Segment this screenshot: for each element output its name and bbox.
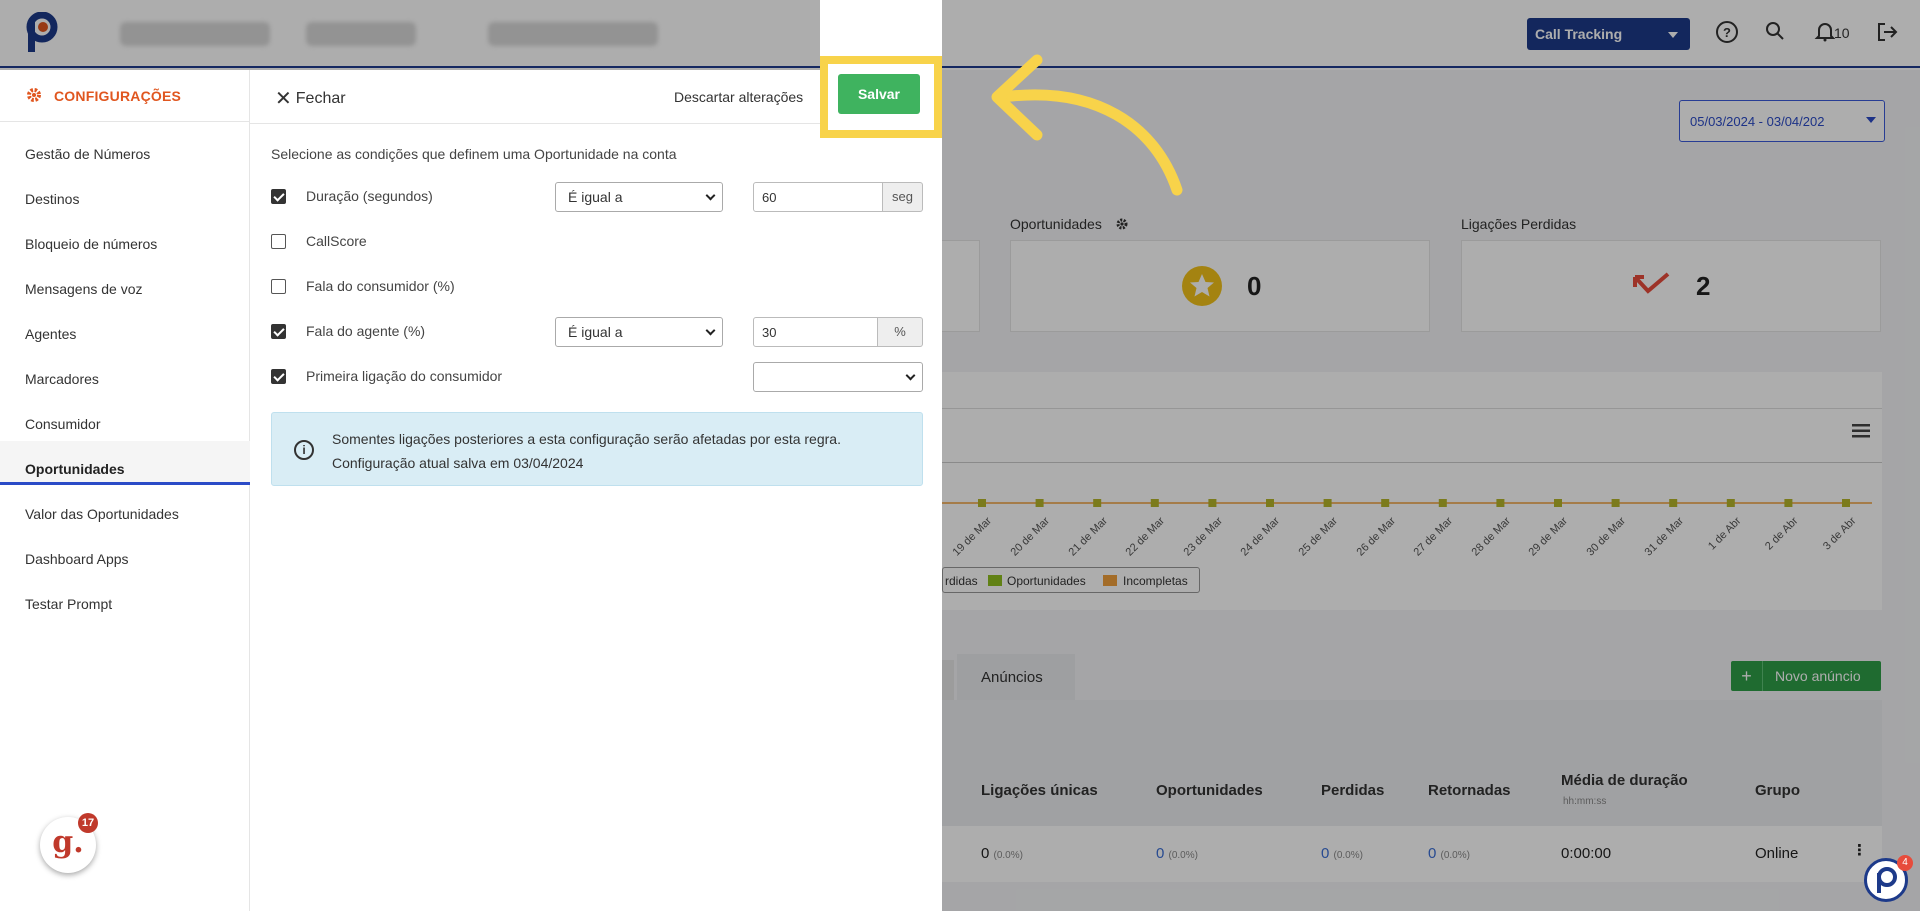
agent-talk-unit-label: % <box>894 324 906 339</box>
save-button[interactable]: Salvar <box>838 74 920 114</box>
first-call-checkbox[interactable] <box>271 369 286 384</box>
duration-value-input[interactable]: 60 <box>753 182 883 212</box>
agent-talk-value-input[interactable]: 30 <box>753 317 878 347</box>
sidebar-title: CONFIGURAÇÕES <box>54 88 182 104</box>
consumer-talk-checkbox[interactable] <box>271 279 286 294</box>
callscore-label: CallScore <box>306 233 367 249</box>
settings-sidebar: CONFIGURAÇÕES Gestão de Números Destinos B… <box>0 70 250 911</box>
sidebar-item-oportunidades[interactable]: Oportunidades <box>25 461 125 477</box>
close-label: Fechar <box>295 90 346 107</box>
info-line-2: Configuração atual salva em 03/04/2024 <box>332 455 584 471</box>
annotation-arrow <box>991 54 1183 196</box>
save-highlight-frame: Salvar <box>820 56 942 138</box>
sidebar-item-agentes[interactable]: Agentes <box>25 326 76 342</box>
discard-changes-button[interactable]: Descartar alterações <box>674 89 803 105</box>
conditions-intro: Selecione as condições que definem uma O… <box>271 146 677 162</box>
condition-duration: Duração (segundos) É igual a 60 seg <box>271 182 923 212</box>
duration-operator-select[interactable]: É igual a <box>555 182 723 212</box>
save-label: Salvar <box>857 86 901 102</box>
condition-consumer-talk: Fala do consumidor (%) <box>271 272 921 302</box>
condition-agent-talk: Fala do agente (%) É igual a 30 % <box>271 317 923 347</box>
consumer-talk-label: Fala do consumidor (%) <box>306 278 455 294</box>
callscore-checkbox[interactable] <box>271 234 286 249</box>
info-icon: i <box>294 440 314 460</box>
duration-value: 60 <box>762 190 777 205</box>
info-line-1: Somentes ligações posteriores a esta con… <box>332 431 841 447</box>
sidebar-item-mensagens-de-voz[interactable]: Mensagens de voz <box>25 281 143 297</box>
sidebar-item-testar-prompt[interactable]: Testar Prompt <box>25 596 112 612</box>
gear-icon <box>27 88 41 102</box>
chevron-down-icon <box>905 370 916 381</box>
first-call-select[interactable] <box>753 362 923 392</box>
agent-talk-operator-select[interactable]: É igual a <box>555 317 723 347</box>
agent-talk-label: Fala do agente (%) <box>306 323 426 339</box>
condition-first-call: Primeira ligação do consumidor <box>271 362 923 392</box>
info-alert: i Somentes ligações posteriores a esta c… <box>271 412 923 486</box>
g-widget[interactable]: g. 17 <box>40 813 98 873</box>
chevron-down-icon <box>705 325 716 336</box>
sidebar-item-dashboard-apps[interactable]: Dashboard Apps <box>25 551 129 567</box>
info-text: Somentes ligações posteriores a esta con… <box>332 427 841 475</box>
agent-talk-checkbox[interactable] <box>271 324 286 339</box>
sidebar-item-marcadores[interactable]: Marcadores <box>25 371 99 387</box>
sidebar-item-consumidor[interactable]: Consumidor <box>25 416 100 432</box>
duration-unit-label: seg <box>892 189 913 204</box>
opportunity-settings-panel: ✕ Fechar Descartar alterações Salvar Sele… <box>250 56 942 911</box>
duration-checkbox[interactable] <box>271 189 286 204</box>
duration-operator-value: É igual a <box>568 189 623 205</box>
first-call-label: Primeira ligação do consumidor <box>306 368 503 384</box>
sidebar-header: CONFIGURAÇÕES <box>0 70 250 122</box>
close-icon: ✕ <box>275 88 292 110</box>
sidebar-item-valor-das-oportunidades[interactable]: Valor das Oportunidades <box>25 506 179 522</box>
g-widget-count: 17 <box>78 813 98 833</box>
condition-callscore: CallScore <box>271 227 921 257</box>
duration-label: Duração (segundos) <box>306 188 433 204</box>
agent-talk-operator-value: É igual a <box>568 324 623 340</box>
chat-widget-count: 4 <box>1897 855 1913 871</box>
close-button[interactable]: ✕ Fechar <box>275 86 346 111</box>
sidebar-item-destinos[interactable]: Destinos <box>25 191 79 207</box>
sidebar-item-gestao-de-numeros[interactable]: Gestão de Números <box>25 146 150 162</box>
duration-unit: seg <box>883 182 923 212</box>
chevron-down-icon <box>705 190 716 201</box>
agent-talk-unit: % <box>878 317 923 347</box>
sidebar-item-bloqueio-de-numeros[interactable]: Bloqueio de números <box>25 236 157 252</box>
agent-talk-value: 30 <box>762 325 777 340</box>
chat-widget[interactable]: 4 <box>1864 855 1913 902</box>
